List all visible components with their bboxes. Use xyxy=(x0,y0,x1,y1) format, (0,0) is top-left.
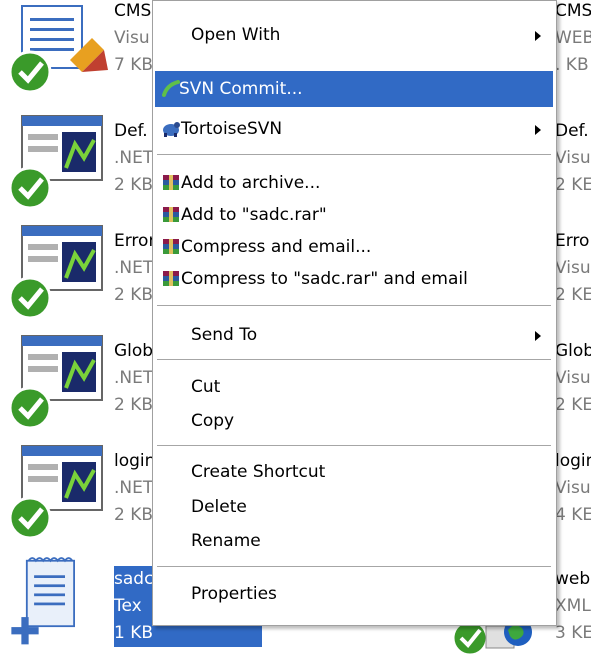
file-name: Def. xyxy=(555,121,589,141)
file-size: 2 KE xyxy=(555,395,591,415)
aspx-page-icon xyxy=(8,115,103,210)
file-name: login xyxy=(555,451,591,471)
menu-separator xyxy=(157,445,551,446)
file-type: Visu xyxy=(555,258,591,278)
file-size: 2 KE xyxy=(555,285,591,305)
menu-item-label: Open With xyxy=(191,25,281,45)
menu-item-label: Add to "sadc.rar" xyxy=(181,205,327,225)
winrar-icon xyxy=(163,175,179,190)
svn-commit-icon xyxy=(162,80,180,97)
menu-item-label: SVN Commit... xyxy=(179,79,303,99)
file-name: Def. xyxy=(114,121,148,141)
file-name: Erro xyxy=(555,231,590,251)
file-name: Glob xyxy=(555,341,591,361)
file-text: Def. .NET 2 KB xyxy=(114,118,153,199)
file-text-default-right[interactable]: Def. Visu 2 KE xyxy=(555,118,591,199)
submenu-arrow-icon xyxy=(535,31,541,41)
file-type: .NET xyxy=(114,478,154,498)
document-icon xyxy=(8,5,108,94)
menu-item-svn-commit[interactable]: SVN Commit... xyxy=(155,71,553,107)
context-menu: Open With SVN Commit... TortoiseSVN Add … xyxy=(152,0,557,626)
file-text-web-right[interactable]: web XML 3 KE xyxy=(555,566,591,647)
aspx-page-icon xyxy=(8,225,103,320)
menu-item-label: Send To xyxy=(191,325,258,345)
aspx-page-icon xyxy=(8,445,103,540)
menu-item-send-to[interactable]: Send To xyxy=(155,317,553,353)
menu-item-label: Compress and email... xyxy=(181,237,372,257)
submenu-arrow-icon xyxy=(535,331,541,341)
menu-separator xyxy=(157,359,551,360)
menu-item-copy[interactable]: Copy xyxy=(155,403,553,439)
file-size: 2 KE xyxy=(555,175,591,195)
file-text-global-right[interactable]: Glob Visu 2 KE xyxy=(555,338,591,419)
file-type: XML xyxy=(555,596,591,616)
menu-item-label: TortoiseSVN xyxy=(181,119,283,139)
file-type: Visu xyxy=(555,368,591,388)
text-file-icon xyxy=(11,557,75,645)
file-text: CMS Visu 7 KB xyxy=(114,0,153,79)
file-text: Error .NET 2 KB xyxy=(114,228,155,309)
menu-item-label: Add to archive... xyxy=(181,173,321,193)
submenu-arrow-icon xyxy=(535,125,541,135)
menu-item-add-to-archive[interactable]: Add to archive... xyxy=(155,165,553,201)
menu-item-open-with[interactable]: Open With xyxy=(155,17,553,53)
menu-item-label: Cut xyxy=(191,377,221,397)
file-text-login-right[interactable]: login Visu 4 KE xyxy=(555,448,591,529)
menu-item-label: Create Shortcut xyxy=(191,462,326,482)
file-type: .NET xyxy=(114,368,154,388)
menu-item-compress-to-rar-and-email[interactable]: Compress to "sadc.rar" and email xyxy=(155,261,553,297)
file-text: Glob .NET 2 KB xyxy=(114,338,153,419)
file-type: .NET xyxy=(114,258,154,278)
menu-item-label: Delete xyxy=(191,497,247,517)
file-type: WEB xyxy=(555,28,591,48)
menu-item-cut[interactable]: Cut xyxy=(155,369,553,405)
file-size: 3 KE xyxy=(555,623,591,643)
menu-item-properties[interactable]: Properties xyxy=(155,576,553,612)
file-name: web xyxy=(555,569,591,589)
file-size: 2 KB xyxy=(114,505,154,525)
winrar-icon xyxy=(163,239,179,254)
file-type: Visu xyxy=(114,28,150,48)
file-name: CMS xyxy=(555,1,591,21)
file-text: login .NET 2 KB xyxy=(114,448,155,529)
menu-separator xyxy=(157,305,551,306)
menu-item-label: Properties xyxy=(191,584,277,604)
menu-separator xyxy=(157,566,551,567)
winrar-icon xyxy=(163,207,179,222)
file-name: Error xyxy=(114,231,156,251)
file-size: 2 KB xyxy=(114,175,154,195)
aspx-page-icon xyxy=(8,335,103,430)
menu-item-add-to-rar[interactable]: Add to "sadc.rar" xyxy=(155,197,553,233)
menu-item-rename[interactable]: Rename xyxy=(155,523,553,559)
file-type: Visu xyxy=(555,148,591,168)
menu-item-create-shortcut[interactable]: Create Shortcut xyxy=(155,454,553,490)
file-name: Glob xyxy=(114,341,154,361)
file-size: 2 KB xyxy=(114,285,154,305)
menu-separator xyxy=(157,154,551,155)
menu-item-label: Rename xyxy=(191,531,261,551)
tortoisesvn-icon xyxy=(163,122,180,137)
file-text-cms-right[interactable]: CMS WEB . KB xyxy=(555,0,591,79)
menu-item-label: Compress to "sadc.rar" and email xyxy=(181,269,468,289)
menu-item-delete[interactable]: Delete xyxy=(155,489,553,525)
menu-item-tortoisesvn[interactable]: TortoiseSVN xyxy=(155,111,553,147)
file-text-error-right[interactable]: Erro Visu 2 KE xyxy=(555,228,591,309)
winrar-icon xyxy=(163,271,179,286)
file-name: login xyxy=(114,451,156,471)
file-size: . KB xyxy=(555,55,589,75)
file-type: Visu xyxy=(555,478,591,498)
file-size: 7 KB xyxy=(114,55,154,75)
file-type: .NET xyxy=(114,148,154,168)
menu-item-label: Copy xyxy=(191,411,235,431)
file-size: 2 KB xyxy=(114,395,154,415)
file-size: 4 KE xyxy=(555,505,591,525)
menu-item-compress-and-email[interactable]: Compress and email... xyxy=(155,229,553,265)
file-name: CMS xyxy=(114,1,152,21)
